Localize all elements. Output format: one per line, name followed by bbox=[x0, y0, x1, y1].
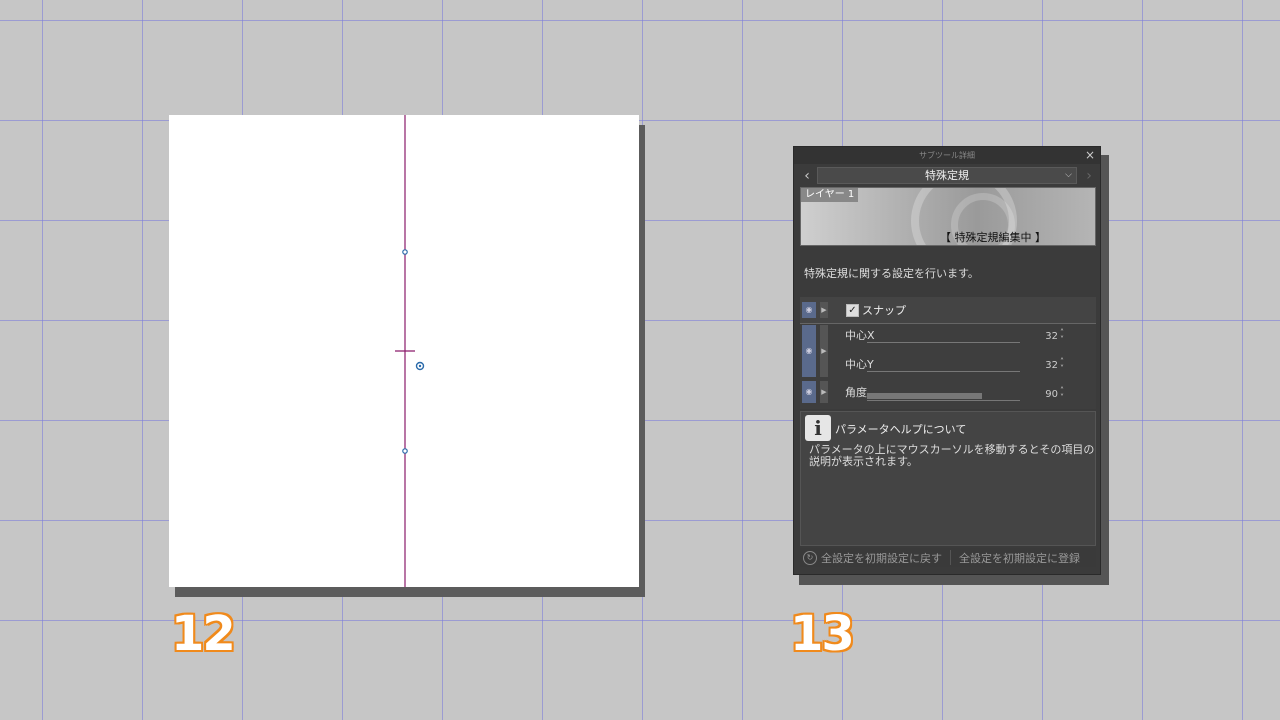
step-number-12: 12 bbox=[171, 606, 236, 662]
expand-arrow-icon[interactable]: ▶ bbox=[820, 381, 828, 403]
sub-tool-detail-panel: サブツール詳細 × ‹ 特殊定規 ⌵ › レイヤー 1 【 特殊定規編集中 】 … bbox=[793, 146, 1101, 575]
chevron-down-icon: ⌵ bbox=[1065, 170, 1072, 180]
center-x-value[interactable]: 32 bbox=[1028, 331, 1058, 342]
tool-select-value: 特殊定規 bbox=[925, 169, 969, 182]
ruler-top-handle bbox=[402, 249, 408, 255]
close-icon[interactable]: × bbox=[1085, 148, 1095, 162]
info-icon: i bbox=[805, 415, 831, 441]
tool-preview: レイヤー 1 【 特殊定規編集中 】 bbox=[800, 187, 1096, 246]
center-y-spinner[interactable]: ˄ ˅ bbox=[1060, 358, 1064, 373]
angle-spinner[interactable]: ˄ ˅ bbox=[1060, 387, 1064, 402]
snap-checkbox[interactable]: ✓ bbox=[846, 304, 859, 317]
expand-arrow-icon[interactable]: ▶ bbox=[820, 302, 828, 318]
help-body: パラメータの上にマウスカーソルを移動するとその項目の説明が表示されます。 bbox=[809, 443, 1095, 468]
help-title: パラメータヘルプについて bbox=[835, 423, 967, 436]
ruler-bottom-handle bbox=[402, 448, 408, 454]
tool-description: 特殊定規に関する設定を行います。 bbox=[804, 267, 979, 280]
footer-divider bbox=[950, 550, 951, 565]
panel-title: サブツール詳細 bbox=[919, 151, 975, 160]
snap-label: スナップ bbox=[862, 304, 906, 317]
expand-arrow-icon[interactable]: ▶ bbox=[820, 325, 828, 377]
tool-nav-row: ‹ 特殊定規 ⌵ › bbox=[800, 167, 1096, 185]
eye-icon[interactable]: ◉ bbox=[802, 381, 816, 403]
chevron-right-icon[interactable]: › bbox=[1082, 167, 1096, 185]
center-x-slider[interactable] bbox=[867, 335, 1020, 343]
angle-slider-fill bbox=[867, 393, 982, 399]
drawing-canvas[interactable] bbox=[169, 115, 639, 587]
angle-value[interactable]: 90 bbox=[1028, 389, 1058, 400]
register-defaults-button[interactable]: 全設定を初期設定に登録 bbox=[959, 550, 1080, 566]
angle-label: 角度 bbox=[845, 386, 867, 399]
angle-slider[interactable] bbox=[867, 393, 1020, 401]
special-ruler-overlay bbox=[395, 115, 425, 587]
center-y-value[interactable]: 32 bbox=[1028, 360, 1058, 371]
tool-select-dropdown[interactable]: 特殊定規 ⌵ bbox=[817, 167, 1077, 184]
chevron-left-icon[interactable]: ‹ bbox=[800, 167, 814, 185]
panel-footer: ↻ 全設定を初期設定に戻す 全設定を初期設定に登録 bbox=[800, 548, 1096, 567]
parameter-list: ◉ ▶ ✓ スナップ ◉ ▶ 中心X 32 ˄ ˅ 中心Y 32 ˄ ˅ ◉ ▶ 角… bbox=[800, 297, 1096, 409]
snap-row: ◉ ▶ ✓ スナップ bbox=[800, 297, 1096, 324]
layer-tag: レイヤー 1 bbox=[801, 188, 859, 202]
reset-icon[interactable]: ↻ bbox=[803, 551, 817, 565]
center-y-slider[interactable] bbox=[867, 364, 1020, 372]
step-number-13: 13 bbox=[790, 606, 855, 662]
eye-icon[interactable]: ◉ bbox=[802, 302, 816, 318]
parameter-help: i パラメータヘルプについて パラメータの上にマウスカーソルを移動するとその項目… bbox=[800, 411, 1096, 546]
editing-label: 【 特殊定規編集中 】 bbox=[940, 231, 1046, 244]
center-x-spinner[interactable]: ˄ ˅ bbox=[1060, 329, 1064, 344]
panel-titlebar[interactable]: サブツール詳細 × bbox=[794, 147, 1100, 164]
reset-all-button[interactable]: 全設定を初期設定に戻す bbox=[821, 550, 942, 566]
eye-icon[interactable]: ◉ bbox=[802, 325, 816, 377]
